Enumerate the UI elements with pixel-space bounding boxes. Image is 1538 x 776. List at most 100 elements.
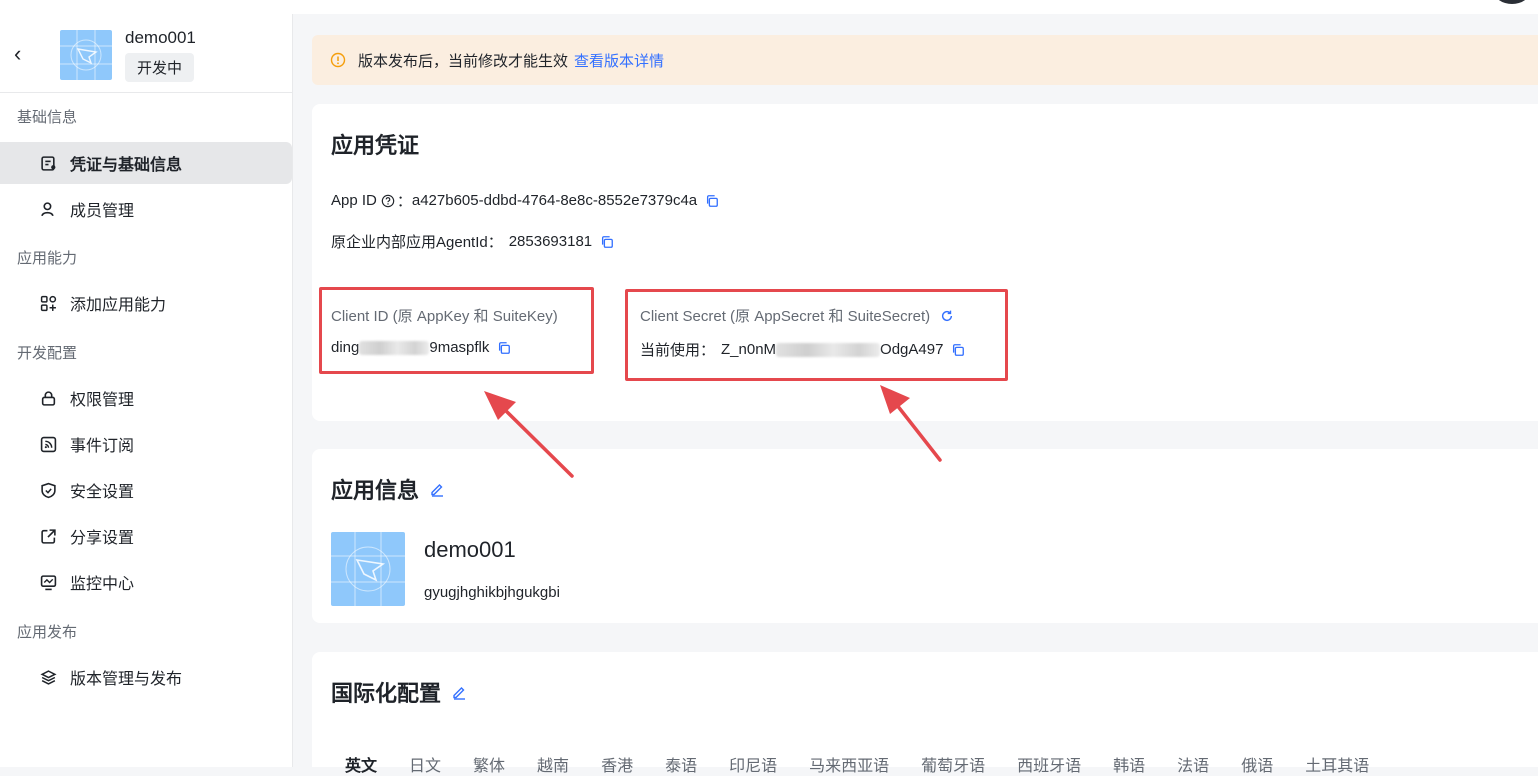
sidebar-item-monitor[interactable]: 监控中心 [0,561,292,603]
client-id-value: ding 9maspflk [331,339,511,356]
sidebar-item-credentials[interactable]: 凭证与基础信息 [0,142,292,184]
sidebar-item-versions[interactable]: 版本管理与发布 [0,656,292,698]
tab-portuguese[interactable]: 葡萄牙语 [921,752,985,776]
tab-hongkong[interactable]: 香港 [601,752,633,776]
share-icon [38,526,58,546]
client-id-suffix: 9maspflk [429,339,490,356]
client-secret-prefix: Z_n0nM [721,341,777,358]
app-logo [60,30,112,80]
copy-icon[interactable] [705,194,719,208]
sidebar-item-members[interactable]: 成员管理 [0,188,292,230]
tab-thai[interactable]: 泰语 [665,752,697,776]
app-info-title-row: 应用信息 [331,473,445,505]
tab-korean[interactable]: 韩语 [1113,752,1145,776]
app-info-desc: gyugjhghikbjhgukgbi [424,584,560,601]
window-top-strip [0,0,1538,14]
agent-id-row: 原企业内部应用AgentId： 2853693181 [331,231,614,252]
window-control-icon[interactable] [1494,0,1530,4]
tab-russian[interactable]: 俄语 [1241,752,1273,776]
copy-icon[interactable] [497,341,511,355]
sidebar-item-label: 成员管理 [70,203,135,220]
redaction-mask [359,340,430,355]
app-info-name: demo001 [424,537,516,562]
app-id-row: App ID ： a427b605-ddbd-4764-8e8c-8552e73… [331,190,719,211]
sidebar-item-label: 事件订阅 [70,438,135,455]
view-version-details-link[interactable]: 查看版本详情 [574,50,664,71]
release-notice: 版本发布后，当前修改才能生效 查看版本详情 [312,35,1538,85]
sidebar-item-events[interactable]: 事件订阅 [0,423,292,465]
nav-group-dev: 开发配置 [17,345,78,362]
i18n-title: 国际化配置 [331,681,442,706]
dingtalk-logo-icon [60,30,112,80]
app-info-title: 应用信息 [331,478,420,503]
app-id-label: App ID [331,192,377,209]
back-button[interactable]: ‹ [14,42,34,66]
sidebar-item-share[interactable]: 分享设置 [0,515,292,557]
nav-group-capability: 应用能力 [17,250,78,267]
sidebar-item-label: 权限管理 [70,392,135,409]
tab-french[interactable]: 法语 [1177,752,1209,776]
info-icon [330,52,346,68]
sidebar: ‹ demo001 开发中 基础信息 凭证与基础信息 成员管理 应用能力 添加应… [0,14,293,767]
client-secret-current-label: 当前使用： [640,342,716,359]
i18n-card: 国际化配置 英文 日文 繁体 越南 香港 泰语 印尼语 马来西亚语 葡萄牙语 西… [312,652,1538,775]
sidebar-item-label: 凭证与基础信息 [70,157,183,174]
app-id-value: a427b605-ddbd-4764-8e8c-8552e7379c4a [411,192,698,209]
tab-english[interactable]: 英文 [345,752,377,776]
sidebar-item-label: 安全设置 [70,484,135,501]
edit-icon[interactable] [429,481,445,497]
credentials-card: 应用凭证 App ID ： a427b605-ddbd-4764-8e8c-85… [312,104,1538,421]
credential-icon [38,153,58,173]
sidebar-item-add-capability[interactable]: 添加应用能力 [0,282,292,324]
tab-turkish[interactable]: 土耳其语 [1305,752,1369,776]
agent-id-value: 2853693181 [508,233,593,250]
nav-group-release: 应用发布 [17,624,78,641]
app-id-colon: ： [396,193,412,210]
rss-icon [38,434,58,454]
tab-vietnamese[interactable]: 越南 [537,752,569,776]
nav-group-basic: 基础信息 [17,109,78,126]
redaction-mask [776,342,881,357]
status-badge: 开发中 [125,53,195,82]
language-tabs: 英文 日文 繁体 越南 香港 泰语 印尼语 马来西亚语 葡萄牙语 西班牙语 韩语… [345,752,1401,776]
i18n-title-row: 国际化配置 [331,676,467,708]
sidebar-item-label: 监控中心 [70,576,135,593]
edit-icon[interactable] [451,684,467,700]
tab-japanese[interactable]: 日文 [409,752,441,776]
client-secret-highlight [625,289,1008,381]
client-secret-label: Client Secret (原 AppSecret 和 SuiteSecret… [640,308,931,325]
client-id-prefix: ding [331,339,360,356]
user-icon [38,199,58,219]
app-name: demo001 [125,28,196,47]
client-secret-label-row: Client Secret (原 AppSecret 和 SuiteSecret… [640,305,954,326]
sidebar-item-label: 分享设置 [70,530,135,547]
client-id-label: Client ID (原 AppKey 和 SuiteKey) [331,308,558,325]
dingtalk-logo-icon [331,532,405,606]
tab-spanish[interactable]: 西班牙语 [1017,752,1081,776]
app-info-card: 应用信息 demo001 gyugjhghikbjhgukgbi [312,449,1538,623]
client-secret-suffix: OdgA497 [880,341,944,358]
grid-plus-icon [38,293,58,313]
sidebar-item-permissions[interactable]: 权限管理 [0,377,292,419]
layers-icon [38,667,58,687]
tab-malay[interactable]: 马来西亚语 [809,752,889,776]
app-info-logo [331,532,405,606]
client-id-highlight [319,287,594,374]
tab-indonesian[interactable]: 印尼语 [729,752,777,776]
agent-id-label: 原企业内部应用AgentId： [331,234,503,251]
credentials-title: 应用凭证 [331,133,420,158]
copy-icon[interactable] [951,343,965,357]
monitor-icon [38,572,58,592]
tab-traditional[interactable]: 繁体 [473,752,505,776]
refresh-icon[interactable] [940,309,954,323]
sidebar-item-label: 版本管理与发布 [70,671,183,688]
notice-text: 版本发布后，当前修改才能生效 [358,52,569,70]
copy-icon[interactable] [600,235,614,249]
shield-icon [38,480,58,500]
app-header: ‹ demo001 开发中 [0,14,292,93]
client-secret-value: 当前使用： Z_n0nM OdgA497 [640,339,965,360]
sidebar-item-security[interactable]: 安全设置 [0,469,292,511]
lock-icon [38,388,58,408]
help-icon[interactable] [381,194,395,208]
sidebar-item-label: 添加应用能力 [70,297,167,314]
